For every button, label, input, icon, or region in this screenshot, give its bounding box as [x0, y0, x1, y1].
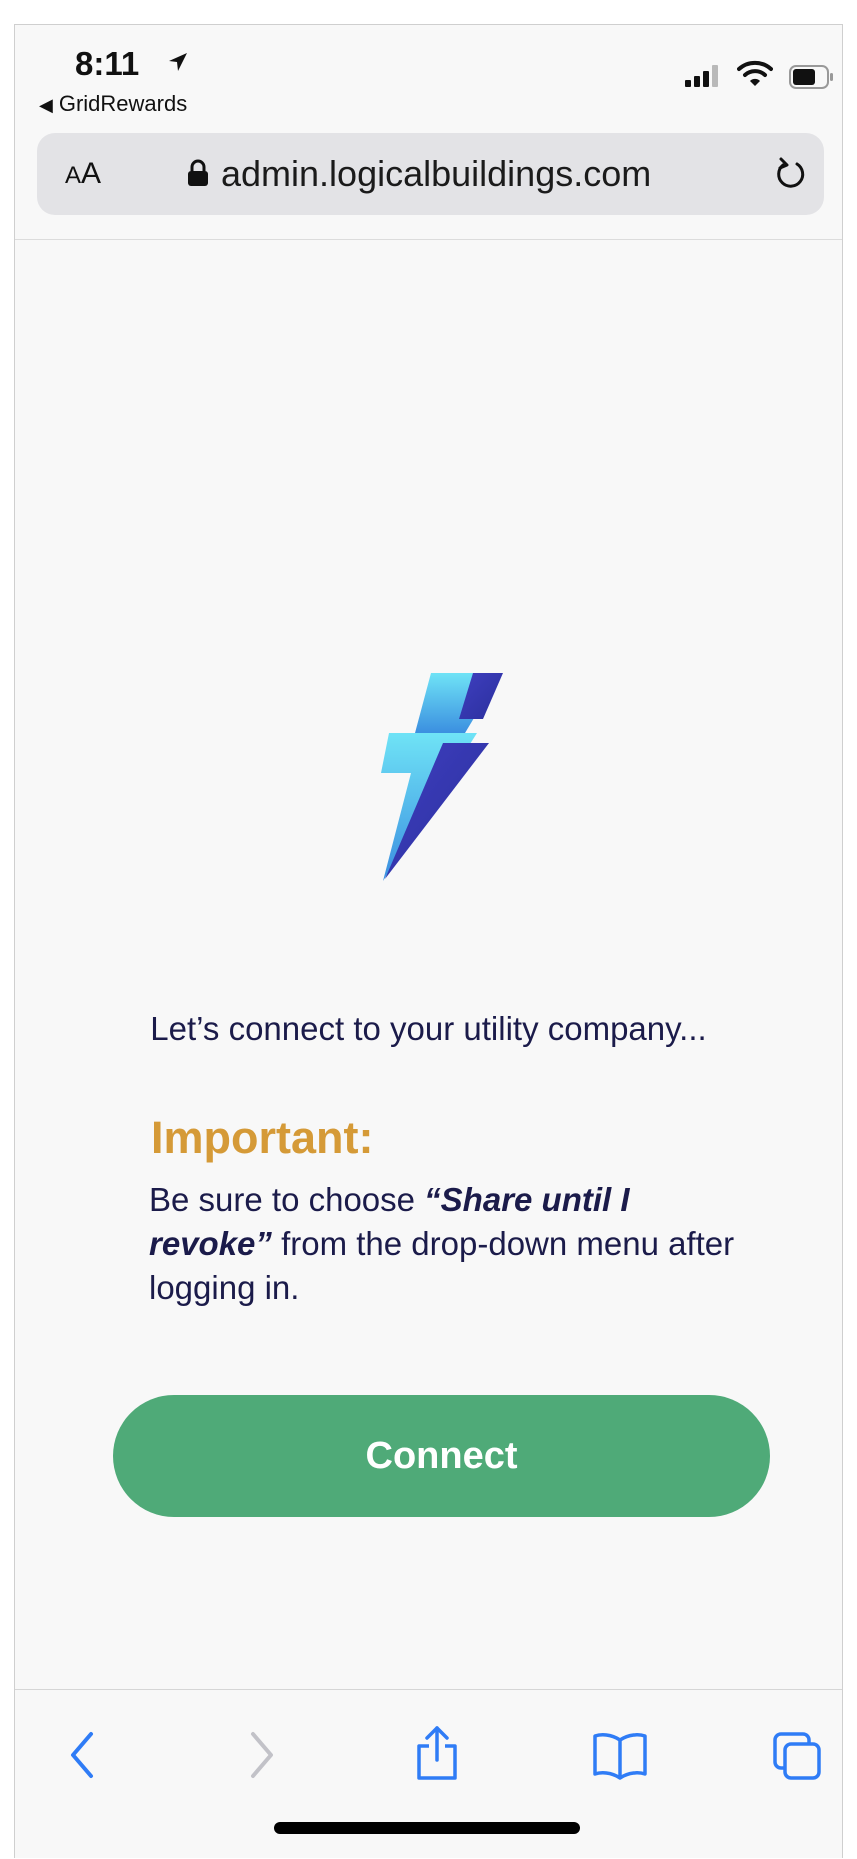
location-arrow-icon — [169, 53, 187, 71]
headline: Let’s connect to your utility company... — [150, 1010, 707, 1047]
forward-icon[interactable] — [241, 1730, 281, 1780]
share-icon[interactable] — [415, 1724, 459, 1782]
text-size-button[interactable]: AA — [65, 157, 101, 191]
url-text: admin.logicalbuildings.com — [221, 153, 652, 194]
lock-icon — [188, 159, 208, 186]
back-app-label: GridRewards — [58, 91, 188, 116]
status-bar: 8:11 ◀ GridRewards — [15, 25, 842, 135]
top-divider — [15, 239, 842, 240]
status-time: 8:11 — [75, 45, 140, 82]
instruction-pre: Be sure to choose — [149, 1181, 425, 1218]
lightning-bolt-logo — [381, 673, 503, 881]
back-to-app-link[interactable]: ◀ GridRewards — [39, 91, 187, 117]
wifi-icon — [737, 60, 773, 86]
cellular-signal-icon — [685, 65, 718, 87]
address-bar[interactable]: AA admin.logicalbuildings.com — [37, 133, 824, 215]
bookmarks-icon[interactable] — [591, 1730, 649, 1780]
back-triangle-icon: ◀ — [39, 95, 53, 115]
safari-window: 8:11 ◀ GridRewards AA admin.logicalbuild… — [14, 24, 843, 1858]
battery-icon — [789, 65, 833, 89]
important-instructions: Be sure to choose “Share until I revoke”… — [149, 1178, 749, 1310]
back-icon[interactable] — [63, 1730, 103, 1780]
tabs-icon[interactable] — [771, 1730, 825, 1782]
connect-button[interactable]: Connect — [113, 1395, 770, 1517]
important-title: Important: — [151, 1112, 374, 1163]
reload-icon[interactable] — [775, 155, 807, 191]
home-indicator[interactable] — [274, 1822, 580, 1834]
